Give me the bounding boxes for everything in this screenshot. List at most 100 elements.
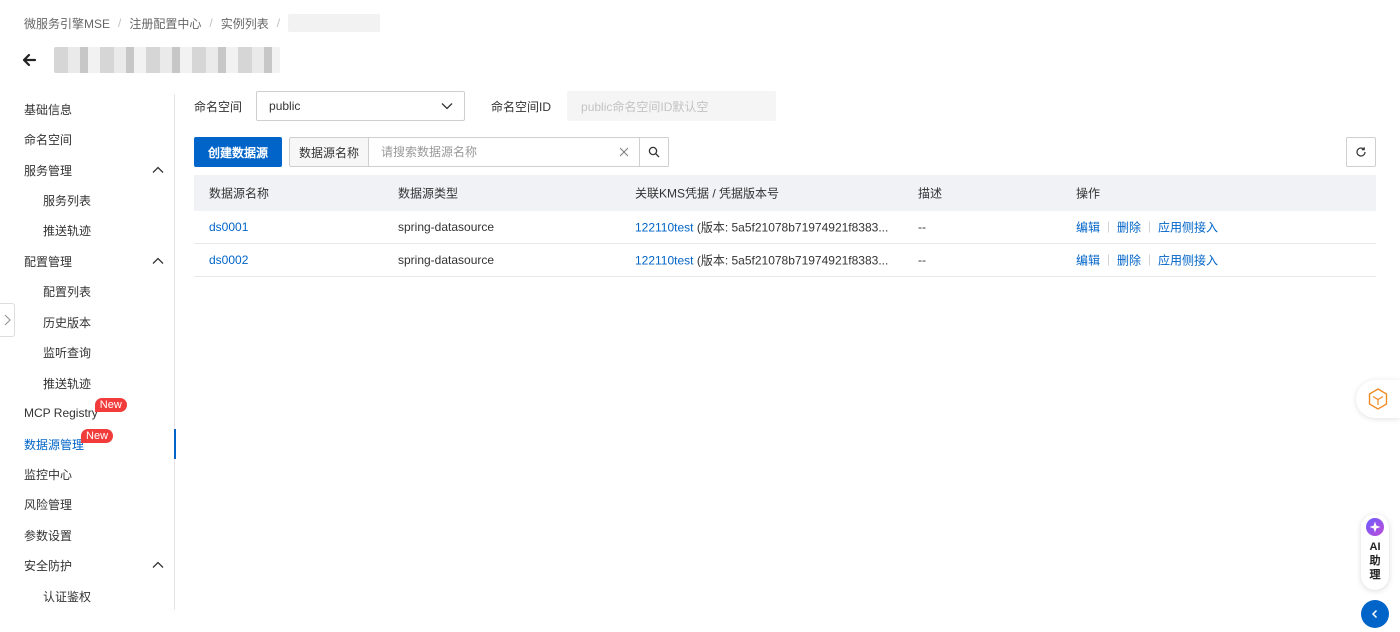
table-row: ds0001 spring-datasource 122110test (版本:… <box>194 211 1376 244</box>
sidebar-item-label: 命名空间 <box>24 132 73 147</box>
sidebar-item-label: 配置列表 <box>43 284 92 299</box>
page-header <box>20 46 280 74</box>
column-header-kms: 关联KMS凭据 / 凭据版本号 <box>635 186 780 201</box>
back-arrow-icon[interactable] <box>20 51 38 69</box>
sidebar-item-namespace[interactable]: 命名空间 <box>0 124 175 154</box>
sidebar-item-datasource-management[interactable]: 数据源管理 New <box>0 429 176 459</box>
sidebar-item-label: 历史版本 <box>43 315 92 330</box>
sidebar-item-label: 认证鉴权 <box>43 589 92 604</box>
sidebar-item-service-management[interactable]: 服务管理 <box>0 155 175 185</box>
namespace-select[interactable]: public <box>256 91 466 121</box>
credential-version: (版本: 5a5f21078b71974921f8383... <box>696 253 889 268</box>
sidebar-item-label: 服务管理 <box>24 163 73 178</box>
column-header-type: 数据源类型 <box>398 186 459 201</box>
credential-version: (版本: 5a5f21078b71974921f8383... <box>696 220 889 235</box>
helper-logo-icon <box>1368 388 1388 410</box>
sidebar: 基础信息 命名空间 服务管理 服务列表 推送轨迹 配置管理 配置列表 历史版本 … <box>0 94 176 611</box>
floating-helper-button[interactable] <box>1356 380 1400 418</box>
chevron-up-icon <box>152 166 164 173</box>
action-divider <box>1149 254 1151 266</box>
ai-sparkle-icon <box>1366 518 1384 536</box>
datasource-type: spring-datasource <box>398 253 495 267</box>
delete-link[interactable]: 删除 <box>1117 219 1141 236</box>
datasource-name-link[interactable]: ds0002 <box>209 253 248 267</box>
ai-assistant-button[interactable]: AI助理 <box>1361 514 1389 590</box>
action-divider <box>1149 221 1151 233</box>
chevron-up-icon <box>152 257 164 264</box>
namespace-id-input[interactable]: public命名空间ID默认空 <box>567 91 777 121</box>
breadcrumb-item-registry[interactable]: 注册配置中心 <box>129 15 201 32</box>
datasource-table: 数据源名称 数据源类型 关联KMS凭据 / 凭据版本号 描述 操作 ds0001… <box>194 175 1376 277</box>
sidebar-item-label: 推送轨迹 <box>43 376 92 391</box>
sidebar-item-parameter-settings[interactable]: 参数设置 <box>0 520 175 550</box>
sidebar-item-listener-query[interactable]: 监听查询 <box>0 337 175 367</box>
app-access-link[interactable]: 应用侧接入 <box>1158 219 1218 236</box>
sidebar-item-label: 参数设置 <box>24 528 73 543</box>
action-divider <box>1108 254 1110 266</box>
refresh-icon <box>1356 147 1366 157</box>
sidebar-item-security[interactable]: 安全防护 <box>0 550 175 580</box>
sidebar-toggle-button[interactable] <box>0 303 15 337</box>
delete-link[interactable]: 删除 <box>1117 252 1141 269</box>
breadcrumb-item-instances[interactable]: 实例列表 <box>221 15 269 32</box>
create-datasource-button[interactable]: 创建数据源 <box>194 137 282 167</box>
column-header-actions: 操作 <box>1076 186 1101 201</box>
namespace-id-label: 命名空间ID <box>491 99 552 114</box>
breadcrumb-separator: / <box>118 16 122 30</box>
action-divider <box>1108 221 1110 233</box>
sidebar-item-risk-management[interactable]: 风险管理 <box>0 489 175 519</box>
refresh-button[interactable] <box>1346 137 1376 167</box>
table-row: ds0002 spring-datasource 122110test (版本:… <box>194 244 1376 277</box>
chevron-up-icon <box>152 561 164 568</box>
breadcrumb-separator: / <box>276 16 281 30</box>
clear-icon[interactable] <box>617 145 631 159</box>
sidebar-item-config-management[interactable]: 配置管理 <box>0 246 175 276</box>
sidebar-item-mcp-registry[interactable]: MCP Registry New <box>0 398 175 428</box>
edit-link[interactable]: 编辑 <box>1076 252 1100 269</box>
app-access-link[interactable]: 应用侧接入 <box>1158 252 1218 269</box>
edit-link[interactable]: 编辑 <box>1076 219 1100 236</box>
sidebar-item-label: 基础信息 <box>24 102 73 117</box>
row-actions: 编辑 删除 应用侧接入 <box>1076 252 1218 269</box>
datasource-type: spring-datasource <box>398 220 495 234</box>
column-header-name: 数据源名称 <box>209 186 270 201</box>
collapse-panel-button[interactable] <box>1361 600 1389 628</box>
sidebar-item-label: 风险管理 <box>24 497 73 512</box>
search-input[interactable] <box>381 145 617 159</box>
new-badge: New <box>94 398 127 412</box>
sidebar-item-service-push-trace[interactable]: 推送轨迹 <box>0 215 175 245</box>
datasource-name-link[interactable]: ds0001 <box>209 220 248 234</box>
chevron-right-icon <box>4 314 11 326</box>
sidebar-item-label: 安全防护 <box>24 558 73 573</box>
datasource-description: -- <box>918 220 926 234</box>
namespace-label: 命名空间 <box>194 99 243 114</box>
sidebar-item-authentication[interactable]: 认证鉴权 <box>0 581 175 611</box>
breadcrumb-separator: / <box>209 16 213 30</box>
breadcrumb-item-redacted <box>288 14 381 32</box>
column-header-description: 描述 <box>918 186 943 201</box>
sidebar-item-config-list[interactable]: 配置列表 <box>0 276 175 306</box>
sidebar-item-label: 推送轨迹 <box>43 223 92 238</box>
kms-credential-link[interactable]: 122110test <box>635 254 694 268</box>
chevron-left-icon <box>1371 609 1378 619</box>
sidebar-item-monitoring[interactable]: 监控中心 <box>0 459 175 489</box>
sidebar-item-config-push-trace[interactable]: 推送轨迹 <box>0 368 175 398</box>
sidebar-item-label: 数据源管理 <box>24 437 85 452</box>
sidebar-item-service-list[interactable]: 服务列表 <box>0 185 175 215</box>
kms-credential-link[interactable]: 122110test <box>635 221 694 235</box>
breadcrumb-item-mse[interactable]: 微服务引擎MSE <box>24 15 110 32</box>
sidebar-item-label: 监听查询 <box>43 345 92 360</box>
search-field-select[interactable]: 数据源名称 <box>289 137 369 167</box>
datasource-description: -- <box>918 253 926 267</box>
kms-credential: 122110test (版本: 5a5f21078b71974921f8383.… <box>635 219 895 236</box>
toolbar: 创建数据源 数据源名称 <box>194 137 669 167</box>
search-group: 数据源名称 <box>289 137 669 167</box>
namespace-filter: 命名空间 public 命名空间ID public命名空间ID默认空 <box>194 91 777 121</box>
sidebar-item-history-versions[interactable]: 历史版本 <box>0 307 175 337</box>
sidebar-item-label: 服务列表 <box>43 193 92 208</box>
sidebar-item-basic-info[interactable]: 基础信息 <box>0 94 175 124</box>
search-icon <box>648 146 660 158</box>
search-button[interactable] <box>640 137 669 167</box>
breadcrumb: 微服务引擎MSE / 注册配置中心 / 实例列表 / <box>24 14 381 32</box>
new-badge: New <box>81 429 114 443</box>
